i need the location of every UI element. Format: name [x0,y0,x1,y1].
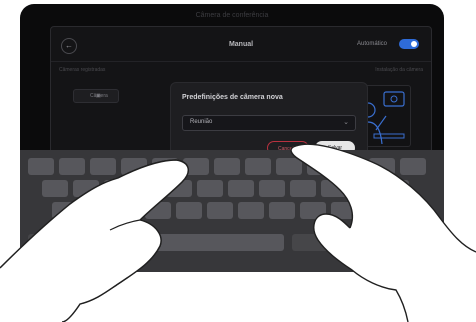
right-hand-fill [291,144,476,322]
hands-illustration [0,143,476,322]
